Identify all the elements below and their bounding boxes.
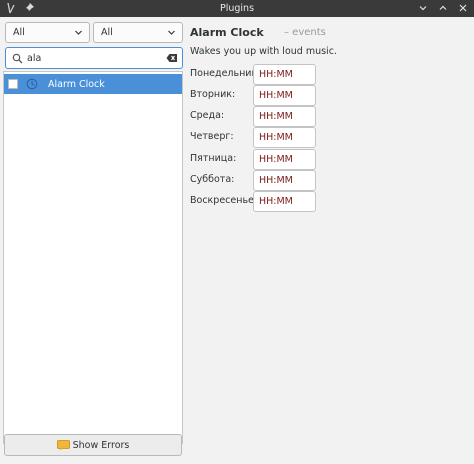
day-row-sunday: Воскресенье: bbox=[186, 191, 474, 212]
filter-combo-right-value: All bbox=[101, 27, 113, 38]
time-input-sunday[interactable] bbox=[253, 191, 316, 212]
plugin-list-pane: All All Alarm Clock Show Erro bbox=[0, 17, 186, 464]
day-label: Воскресенье: bbox=[190, 195, 258, 206]
plugin-details-pane: Alarm Clock – events Wakes you up with l… bbox=[186, 17, 474, 464]
day-label: Четверг: bbox=[190, 131, 234, 142]
chevron-down-icon bbox=[74, 28, 83, 37]
plugin-search-box[interactable] bbox=[5, 47, 183, 69]
day-row-monday: Понедельник: bbox=[186, 64, 474, 85]
minimize-icon[interactable] bbox=[416, 1, 430, 15]
plugin-description: Wakes you up with loud music. bbox=[190, 46, 337, 57]
day-label: Вторник: bbox=[190, 89, 236, 100]
filter-combo-left[interactable]: All bbox=[5, 22, 90, 43]
pin-icon[interactable] bbox=[22, 1, 36, 15]
time-input-saturday[interactable] bbox=[253, 170, 316, 191]
day-row-friday: Пятница: bbox=[186, 149, 474, 170]
warning-icon bbox=[56, 439, 70, 451]
plugin-search-input[interactable] bbox=[23, 49, 166, 67]
day-label: Пятница: bbox=[190, 153, 237, 164]
day-label: Понедельник: bbox=[190, 68, 261, 79]
day-row-tuesday: Вторник: bbox=[186, 85, 474, 106]
day-row-thursday: Четверг: bbox=[186, 127, 474, 148]
clock-icon bbox=[26, 78, 38, 90]
show-errors-label: Show Errors bbox=[72, 439, 130, 451]
time-input-thursday[interactable] bbox=[253, 127, 316, 148]
maximize-icon[interactable] bbox=[436, 1, 450, 15]
window-title: Plugins bbox=[219, 3, 255, 14]
day-label: Суббота: bbox=[190, 174, 235, 185]
time-input-tuesday[interactable] bbox=[253, 85, 316, 106]
app-icon[interactable] bbox=[4, 1, 18, 15]
time-input-friday[interactable] bbox=[253, 149, 316, 170]
list-item[interactable]: Alarm Clock bbox=[4, 74, 182, 94]
plugin-title: Alarm Clock bbox=[190, 26, 264, 39]
filter-combo-right[interactable]: All bbox=[93, 22, 183, 43]
filter-combo-left-value: All bbox=[13, 27, 25, 38]
plugin-enable-checkbox[interactable] bbox=[8, 79, 18, 89]
window-titlebar[interactable]: Plugins bbox=[0, 0, 474, 17]
day-row-wednesday: Среда: bbox=[186, 106, 474, 127]
chevron-down-icon bbox=[167, 28, 176, 37]
time-input-wednesday[interactable] bbox=[253, 106, 316, 127]
day-row-saturday: Суббота: bbox=[186, 170, 474, 191]
search-icon bbox=[11, 52, 23, 64]
plugin-list[interactable]: Alarm Clock bbox=[3, 71, 183, 444]
time-input-monday[interactable] bbox=[253, 64, 316, 85]
day-label: Среда: bbox=[190, 110, 225, 121]
show-errors-button[interactable]: Show Errors bbox=[4, 434, 182, 456]
clear-icon[interactable] bbox=[166, 52, 178, 64]
plugin-name: Alarm Clock bbox=[48, 78, 105, 90]
plugin-tag: – events bbox=[284, 27, 326, 38]
close-icon[interactable] bbox=[456, 1, 470, 15]
